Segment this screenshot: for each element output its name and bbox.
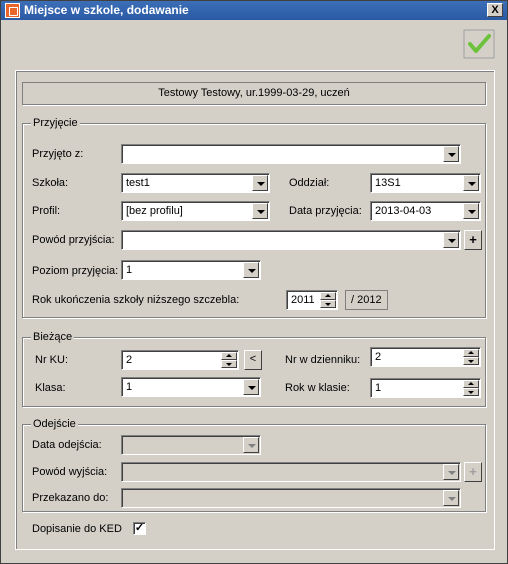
ked-checkbox[interactable]: ✓	[133, 522, 146, 535]
chevron-down-icon[interactable]	[243, 437, 259, 453]
nr-dziennik-label: Nr w dzienniku:	[285, 354, 361, 366]
rok-ukonczenia-label: Rok ukończenia szkoły niższego szczebla:	[32, 294, 240, 306]
add-powod-wyjscia-button[interactable]: +	[464, 462, 482, 482]
student-info: Testowy Testowy, ur.1999-03-29, uczeń	[22, 82, 486, 105]
data-odejscia-label: Data odejścia:	[32, 439, 102, 451]
data-przyjecia-label: Data przyjęcia:	[289, 205, 362, 217]
przyjeto-z-label: Przyjęto z:	[32, 148, 84, 160]
powod-wyjscia-select[interactable]	[121, 462, 461, 482]
data-przyjecia-picker[interactable]: 2013-04-03	[370, 201, 481, 221]
app-icon	[5, 3, 20, 18]
profil-select[interactable]: [bez profilu]	[121, 201, 270, 221]
poziom-select[interactable]: 1	[121, 260, 261, 280]
szkola-select[interactable]: test1	[121, 173, 270, 193]
ok-button[interactable]	[463, 29, 495, 59]
title-bar: Miejsce w szkole, dodawanie X	[1, 1, 507, 20]
spin-down-icon[interactable]	[221, 360, 237, 368]
rok-w-klasie-label: Rok w klasie:	[285, 382, 350, 394]
powod-przyjscia-label: Powód przyjścia:	[32, 234, 115, 246]
window-title: Miejsce w szkole, dodawanie	[24, 3, 189, 17]
chevron-down-icon[interactable]	[443, 232, 459, 248]
spin-up-icon[interactable]	[463, 349, 479, 357]
szkola-label: Szkoła:	[32, 177, 69, 189]
spin-down-icon[interactable]	[463, 388, 479, 396]
powod-przyjscia-select[interactable]	[121, 230, 461, 250]
legend-biezace: Bieżące	[31, 331, 75, 343]
chevron-down-icon[interactable]	[243, 262, 259, 278]
spin-down-icon[interactable]	[463, 357, 479, 365]
add-powod-button[interactable]: +	[464, 230, 482, 250]
profil-label: Profil:	[32, 205, 61, 217]
legend-odejscie: Odejście	[31, 418, 78, 430]
przekazano-label: Przekazano do:	[32, 492, 109, 504]
rok-ukonczenia-spinner[interactable]: 2011	[286, 290, 338, 310]
dialog-window: Miejsce w szkole, dodawanie X Testowy Te…	[0, 0, 508, 564]
oddzial-select[interactable]: 13S1	[370, 173, 481, 193]
chevron-down-icon[interactable]	[443, 146, 459, 162]
chevron-down-icon[interactable]	[252, 175, 268, 191]
spin-down-icon[interactable]	[320, 300, 336, 308]
powod-wyjscia-label: Powód wyjścia:	[32, 466, 108, 478]
chevron-down-icon[interactable]	[463, 175, 479, 191]
klasa-label: Klasa:	[35, 382, 66, 394]
klasa-select[interactable]: 1	[121, 377, 261, 397]
chevron-down-icon[interactable]	[443, 490, 459, 506]
chevron-down-icon[interactable]	[252, 203, 268, 219]
nr-ku-label: Nr KU:	[35, 354, 68, 366]
rok-w-klasie-spinner[interactable]: 1	[370, 378, 481, 398]
nr-dziennik-spinner[interactable]: 2	[370, 347, 481, 367]
data-odejscia-picker[interactable]	[121, 435, 261, 455]
ked-label: Dopisanie do KED	[32, 523, 122, 535]
rok-suffix: / 2012	[345, 290, 388, 310]
nr-ku-prev-button[interactable]: <	[244, 350, 262, 370]
spin-up-icon[interactable]	[463, 380, 479, 388]
nr-ku-spinner[interactable]: 2	[121, 350, 239, 370]
przekazano-select[interactable]	[121, 488, 461, 508]
checkmark-icon	[463, 29, 495, 59]
chevron-down-icon[interactable]	[443, 464, 459, 480]
chevron-down-icon[interactable]	[243, 379, 259, 395]
spin-up-icon[interactable]	[320, 292, 336, 300]
legend-przyjecie: Przyjęcie	[31, 117, 80, 129]
close-button[interactable]: X	[487, 3, 503, 17]
poziom-label: Poziom przyjęcia:	[32, 265, 119, 277]
przyjeto-z-select[interactable]	[121, 144, 461, 164]
spin-up-icon[interactable]	[221, 352, 237, 360]
chevron-down-icon[interactable]	[463, 203, 479, 219]
oddzial-label: Oddział:	[289, 177, 330, 189]
